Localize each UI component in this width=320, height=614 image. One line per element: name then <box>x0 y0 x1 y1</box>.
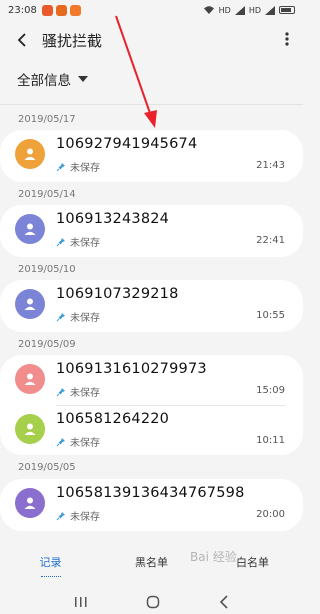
pin-icon <box>56 387 66 397</box>
home-icon[interactable] <box>146 595 160 609</box>
more-options-button[interactable] <box>285 31 289 50</box>
person-icon <box>24 423 36 435</box>
message-time: 20:00 <box>256 509 285 520</box>
save-status: 未保存 <box>56 508 100 523</box>
notification-app-icon <box>41 4 53 16</box>
message-time: 22:41 <box>256 235 285 246</box>
status-text: 未保存 <box>70 163 100 174</box>
status-text: 未保存 <box>70 238 100 249</box>
person-icon <box>24 298 36 310</box>
message-row[interactable]: 106913243824 未保存 22:41 <box>0 205 303 255</box>
person-icon <box>24 373 36 385</box>
recent-apps-icon[interactable] <box>74 596 88 608</box>
tab-blacklist[interactable]: 黑名单 <box>101 550 202 580</box>
notification-app-icon <box>69 4 81 16</box>
message-time: 10:55 <box>256 310 285 321</box>
message-row[interactable]: 10658139136434767598 未保存 20:00 <box>0 479 303 529</box>
save-status: 未保存 <box>56 384 100 399</box>
pin-icon <box>56 237 66 247</box>
avatar <box>15 289 45 319</box>
status-text: 未保存 <box>70 438 100 449</box>
date-header: 2019/05/17 <box>18 114 76 125</box>
message-time: 21:43 <box>256 160 285 171</box>
avatar <box>15 139 45 169</box>
phone-number: 10658139136434767598 <box>56 485 245 501</box>
phone-number: 1069131610279973 <box>56 361 207 377</box>
back-button[interactable] <box>6 24 38 56</box>
avatar <box>15 414 45 444</box>
message-time: 10:11 <box>256 435 285 446</box>
signal-icon <box>265 5 275 15</box>
message-card: 1069131610279973 未保存 15:09 106581264220 … <box>0 355 303 455</box>
avatar <box>15 364 45 394</box>
message-card: 10658139136434767598 未保存 20:00 <box>0 479 303 531</box>
save-status: 未保存 <box>56 434 100 449</box>
hd-label-2: HD <box>248 5 261 15</box>
status-bar: 23:08 HD HD <box>0 0 303 20</box>
pin-icon <box>56 511 66 521</box>
save-status: 未保存 <box>56 234 100 249</box>
date-header: 2019/05/10 <box>18 264 76 275</box>
app-bar: 骚扰拦截 <box>0 24 303 56</box>
tab-records[interactable]: 记录 <box>0 550 101 580</box>
status-time: 23:08 <box>8 4 37 16</box>
wifi-icon <box>203 6 214 14</box>
person-icon <box>24 497 36 509</box>
message-card: 106927941945674 未保存 21:43 <box>0 130 303 182</box>
status-text: 未保存 <box>70 388 100 399</box>
status-text: 未保存 <box>70 313 100 324</box>
message-row[interactable]: 1069131610279973 未保存 15:09 <box>0 355 303 405</box>
page-title: 骚扰拦截 <box>42 31 103 50</box>
hd-label: HD <box>218 5 231 15</box>
system-nav-bar <box>0 590 303 614</box>
more-vert-icon <box>285 31 289 46</box>
bottom-tab-bar: 记录 黑名单 白名单 <box>0 550 303 580</box>
message-row[interactable]: 1069107329218 未保存 10:55 <box>0 280 303 330</box>
message-card: 1069107329218 未保存 10:55 <box>0 280 303 332</box>
message-row[interactable]: 106927941945674 未保存 21:43 <box>0 130 303 180</box>
battery-icon <box>279 6 295 14</box>
signal-icon <box>234 5 245 15</box>
message-row[interactable]: 106581264220 未保存 10:11 <box>0 405 303 455</box>
chevron-left-icon <box>17 33 26 47</box>
date-header: 2019/05/14 <box>18 189 76 200</box>
back-nav-icon[interactable] <box>219 595 229 609</box>
pin-icon <box>56 162 66 172</box>
status-right: HD HD <box>203 5 295 15</box>
message-card: 106913243824 未保存 22:41 <box>0 205 303 257</box>
save-status: 未保存 <box>56 159 100 174</box>
message-filter-dropdown[interactable]: 全部信息 <box>0 66 303 92</box>
save-status: 未保存 <box>56 309 100 324</box>
pin-icon <box>56 437 66 447</box>
caret-down-icon <box>78 76 88 82</box>
message-time: 15:09 <box>256 385 285 396</box>
date-header: 2019/05/05 <box>18 462 76 473</box>
status-text: 未保存 <box>70 512 100 523</box>
phone-number: 1069107329218 <box>56 286 179 302</box>
divider <box>0 104 303 105</box>
avatar <box>15 488 45 518</box>
person-icon <box>24 223 36 235</box>
watermark: Bai 经验 <box>190 550 237 564</box>
pin-icon <box>56 312 66 322</box>
notification-app-icon <box>55 4 67 16</box>
avatar <box>15 214 45 244</box>
phone-number: 106927941945674 <box>56 136 198 152</box>
phone-number: 106581264220 <box>56 411 170 427</box>
person-icon <box>24 148 36 160</box>
date-header: 2019/05/09 <box>18 339 76 350</box>
filter-label: 全部信息 <box>17 73 71 89</box>
phone-number: 106913243824 <box>56 211 170 227</box>
